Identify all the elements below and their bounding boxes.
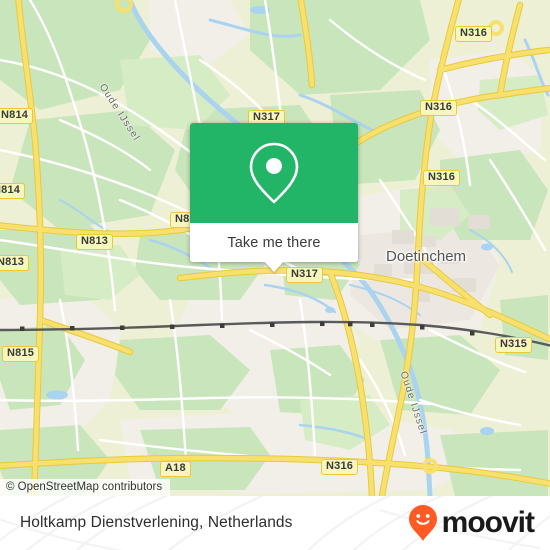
road-shield: N316 bbox=[321, 459, 359, 475]
card-pointer-tail bbox=[264, 261, 284, 272]
road-shield: N316 bbox=[423, 170, 461, 186]
moovit-brand[interactable]: moovit bbox=[408, 496, 535, 550]
place-title: Holtkamp Dienstverlening, Netherlands bbox=[20, 514, 293, 531]
map-pin-icon bbox=[249, 142, 299, 204]
road-shield: N317 bbox=[286, 267, 324, 283]
osm-attribution[interactable]: © OpenStreetMap contributors bbox=[0, 479, 171, 496]
road-shield: N316 bbox=[420, 100, 458, 116]
road-shield: N815 bbox=[2, 346, 40, 362]
take-me-there-card[interactable]: Take me there bbox=[190, 123, 358, 272]
road-shield: N316 bbox=[455, 26, 493, 42]
card-cta-area[interactable]: Take me there bbox=[190, 223, 358, 272]
place-label-doetinchem: Doetinchem bbox=[386, 248, 467, 265]
moovit-pin-smile-icon bbox=[408, 505, 437, 541]
road-shield: N813 bbox=[0, 255, 30, 271]
road-shield: N814 bbox=[0, 108, 34, 124]
map-share-card: Oude IJssel Oude IJssel Doetinchem N316 … bbox=[0, 0, 550, 550]
take-me-there-label: Take me there bbox=[227, 234, 321, 251]
road-shield: N813 bbox=[76, 234, 114, 250]
road-shield: N814 bbox=[0, 183, 26, 199]
road-shield: A18 bbox=[160, 461, 191, 477]
footer-bar: Holtkamp Dienstverlening, Netherlands mo… bbox=[0, 496, 550, 550]
road-shield: N315 bbox=[495, 337, 533, 353]
card-pin-area bbox=[190, 123, 358, 223]
moovit-wordmark: moovit bbox=[441, 506, 535, 539]
